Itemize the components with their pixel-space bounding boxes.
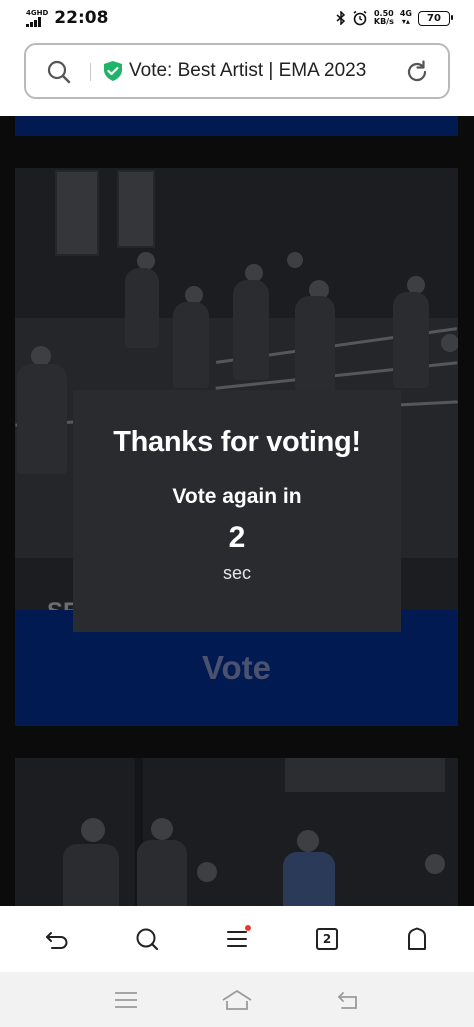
home-icon — [408, 927, 426, 950]
system-back-button[interactable] — [324, 976, 372, 1024]
signal-icon: 4GHD — [26, 8, 49, 27]
notification-dot — [245, 925, 251, 931]
previous-vote-button[interactable] — [15, 116, 458, 136]
speed-unit: KB/s — [373, 17, 394, 26]
back-icon — [46, 932, 68, 949]
search-icon[interactable] — [46, 59, 72, 85]
recents-button[interactable] — [102, 976, 150, 1024]
page-title[interactable]: Vote: Best Artist | EMA 2023 — [129, 60, 366, 82]
clock: 22:08 — [54, 8, 109, 28]
dialog-subtitle: Vote again in — [172, 485, 302, 508]
home-button[interactable] — [393, 915, 441, 963]
browser-header: Vote: Best Artist | EMA 2023 — [0, 36, 474, 116]
artist-card-photo-2 — [15, 758, 458, 906]
home-icon — [222, 989, 252, 1010]
system-nav-bar — [0, 972, 474, 1027]
address-divider — [90, 63, 91, 81]
recents-icon — [114, 991, 137, 1008]
alarm-icon — [353, 10, 367, 26]
vote-button-label: Vote — [201, 649, 272, 686]
menu-button[interactable] — [213, 915, 261, 963]
tabs-icon: 2 — [316, 928, 338, 950]
status-bar: 4GHD 22:08 0.50 KB/s 4G ▾▴ 70 — [0, 0, 474, 36]
battery-level: 70 — [427, 12, 441, 24]
dialog-title: Thanks for voting! — [113, 426, 361, 458]
system-home-button[interactable] — [213, 976, 261, 1024]
back-button[interactable] — [33, 915, 81, 963]
countdown-unit: sec — [222, 563, 251, 583]
tab-count: 2 — [322, 932, 332, 946]
address-bar[interactable]: Vote: Best Artist | EMA 2023 — [24, 43, 450, 99]
browser-toolbar: 2 — [0, 906, 474, 972]
shield-check-icon — [104, 61, 122, 81]
back-icon — [338, 991, 358, 1009]
vote-confirmation-dialog: Thanks for voting! Vote again in 2 sec — [73, 390, 401, 632]
mobile-data-indicator: 4G ▾▴ — [399, 9, 412, 26]
search-button[interactable] — [123, 915, 171, 963]
search-icon — [136, 928, 159, 951]
menu-icon — [227, 931, 247, 947]
status-left: 4GHD 22:08 — [26, 8, 108, 28]
tabs-button[interactable]: 2 — [303, 915, 351, 963]
countdown-value: 2 — [228, 521, 246, 554]
reload-icon[interactable] — [404, 59, 430, 85]
network-speed: 0.50 KB/s — [374, 10, 394, 26]
battery-icon: 70 — [418, 10, 453, 26]
network-type: 4GHD — [26, 8, 49, 17]
status-right: 0.50 KB/s 4G ▾▴ 70 — [336, 9, 453, 26]
bluetooth-icon — [336, 11, 345, 25]
